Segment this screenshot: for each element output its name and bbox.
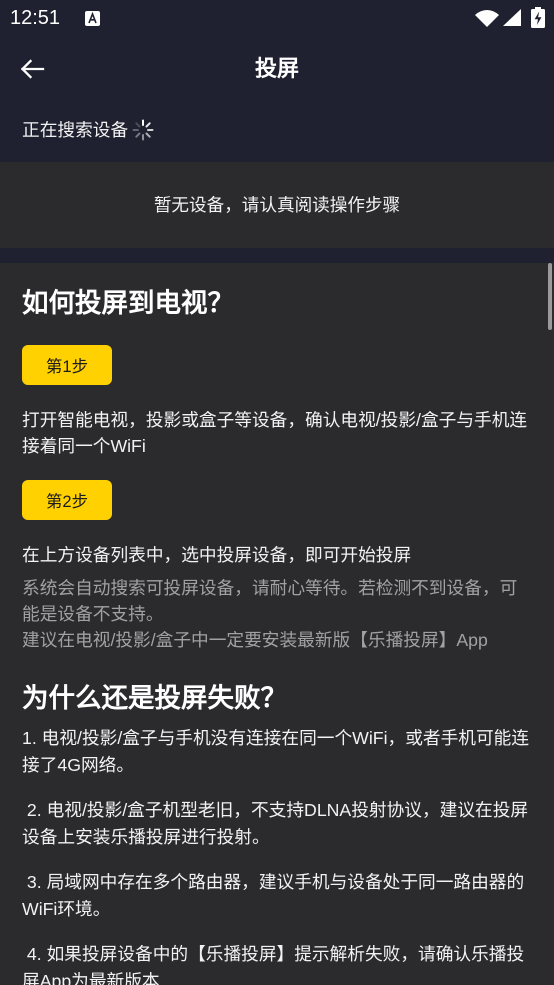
step-badge: 第2步 [22, 480, 112, 520]
step-note: 建议在电视/投影/盒子中一定要安装最新版【乐播投屏】App [22, 630, 488, 650]
faq-item: 4. 如果投屏设备中的【乐播投屏】提示解析失败，请确认乐播投屏App为最新版本 [22, 944, 525, 985]
status-time: 12:51 [10, 7, 61, 29]
arrow-left-icon [19, 56, 45, 82]
guide-title: 如何投屏到电视？ [22, 288, 234, 318]
faq-item: 2. 电视/投影/盒子机型老旧，不支持DLNA投射协议，建议在投屏设备上安装乐播… [22, 800, 529, 847]
faq-title: 为什么还是投屏失败？ [22, 683, 287, 713]
step-text: 在上方设备列表中，选中投屏设备，即可开始投屏 [22, 545, 412, 565]
notification-a-icon [85, 11, 100, 26]
app-bar: 投屏 [0, 36, 554, 102]
loading-spinner-icon [132, 119, 154, 141]
step-text: 打开智能电视，投影或盒子等设备，确认电视/投影/盒子与手机连接着同一个WiFi [22, 410, 528, 456]
device-list: 暂无设备，请认真阅读操作步骤 [0, 162, 554, 248]
wifi-icon [475, 8, 499, 27]
faq-item: 3. 局域网中存在多个路由器，建议手机与设备处于同一路由器的WiFi环境。 [22, 872, 525, 919]
battery-charging-icon [531, 7, 545, 28]
status-bar: 12:51 [0, 0, 554, 36]
scrollbar-thumb [548, 263, 552, 330]
step-note: 系统会自动搜索可投屏设备，请耐心等待。若检测不到设备，可能是设备不支持。 [22, 578, 518, 624]
step-badge: 第1步 [22, 345, 112, 385]
guide-scroll-area[interactable]: 如何投屏到电视？ 第1步 打开智能电视，投影或盒子等设备，确认电视/投影/盒子与… [0, 263, 554, 985]
page-title: 投屏 [254, 56, 299, 81]
signal-icon [503, 9, 521, 26]
guide-step-1: 第1步 打开智能电视，投影或盒子等设备，确认电视/投影/盒子与手机连接着同一个W… [22, 321, 530, 459]
search-status-text: 正在搜索设备 [22, 120, 129, 140]
search-status: 正在搜索设备 [22, 100, 154, 160]
device-list-empty-text: 暂无设备，请认真阅读操作步骤 [153, 195, 401, 215]
back-button[interactable] [14, 53, 50, 85]
faq-item: 1. 电视/投影/盒子与手机没有连接在同一个WiFi，或者手机可能连接了4G网络… [22, 728, 530, 775]
guide-step-2: 第2步 在上方设备列表中，选中投屏设备，即可开始投屏 系统会自动搜索可投屏设备，… [22, 459, 530, 653]
